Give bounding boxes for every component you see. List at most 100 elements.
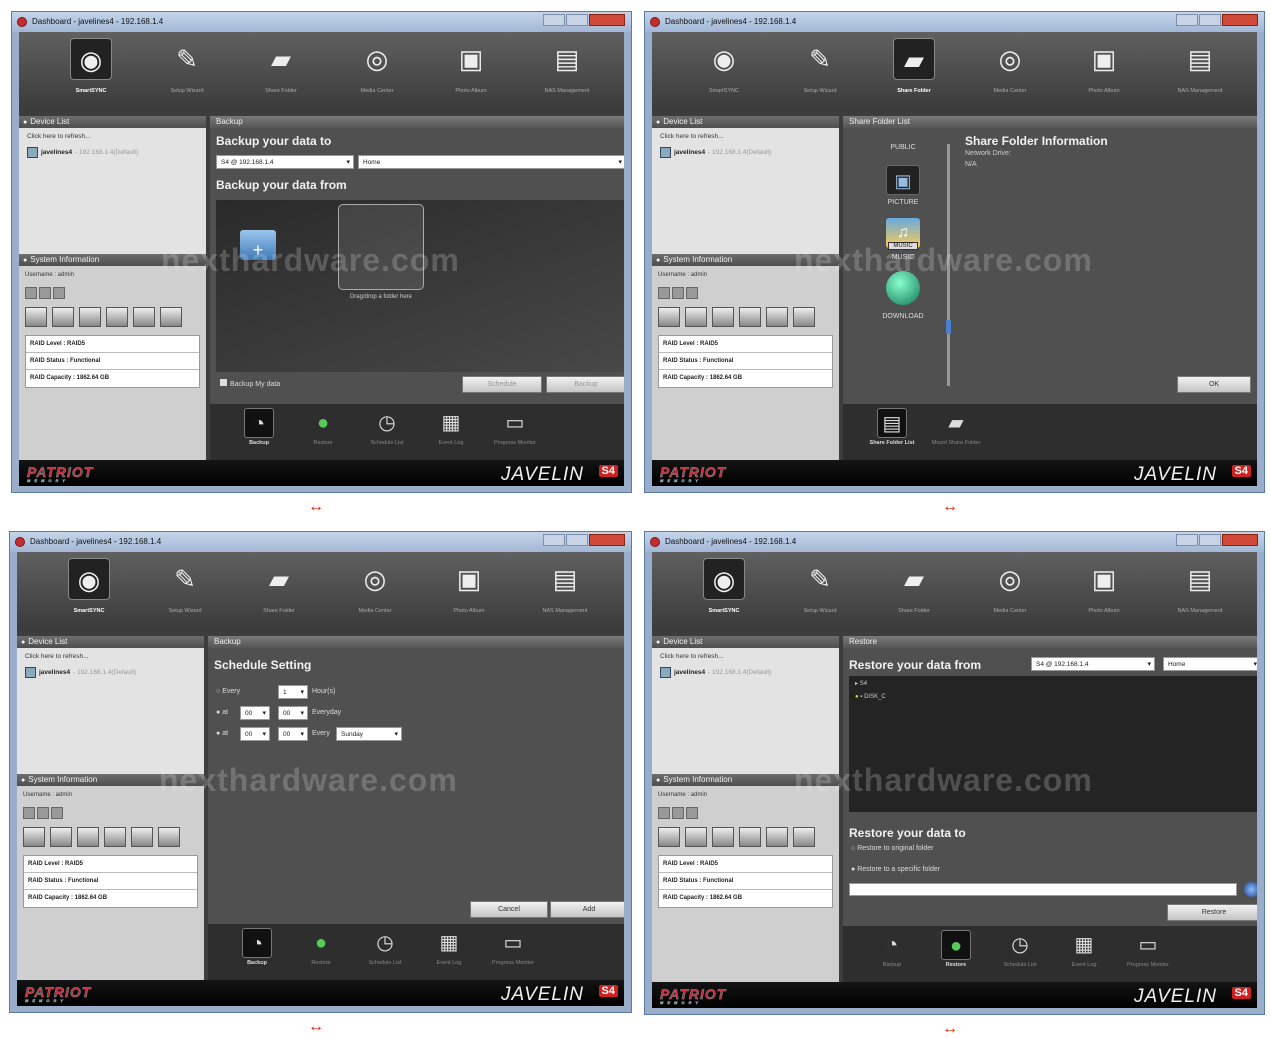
smartsync-button[interactable]: ◉ SmartSYNC bbox=[45, 38, 137, 94]
everyday-radio[interactable]: ● at bbox=[216, 709, 228, 716]
media-center-button[interactable]: ◎ Media Center bbox=[964, 38, 1056, 94]
schedule-list-tool[interactable]: ◷ Schedule List bbox=[989, 930, 1051, 969]
nas-management-button[interactable]: ▤ NAS Management bbox=[521, 38, 613, 94]
add-button[interactable]: Add bbox=[550, 901, 624, 918]
scrollbar-thumb[interactable] bbox=[946, 320, 951, 334]
share-folder-list-tool[interactable]: ▤ Share Folder List bbox=[861, 408, 923, 447]
minimize-button[interactable] bbox=[1176, 534, 1198, 546]
maximize-button[interactable] bbox=[566, 14, 588, 26]
refresh-link[interactable]: Click here to refresh... bbox=[25, 653, 196, 660]
smartsync-button[interactable]: ◉ SmartSYNC bbox=[43, 558, 135, 614]
backup-button[interactable]: Backup bbox=[546, 376, 624, 393]
share-folder-button[interactable]: ▰ Share Folder bbox=[233, 558, 325, 614]
device-item[interactable]: javelines4 - 192.168.1.4(Default) bbox=[660, 667, 831, 678]
restore-button[interactable]: Restore bbox=[1167, 904, 1257, 921]
media-center-button[interactable]: ◎ Media Center bbox=[329, 558, 421, 614]
setup-wizard-button[interactable]: ✎ Setup Wizard bbox=[774, 38, 866, 94]
schedule-list-tool[interactable]: ◷ Schedule List bbox=[356, 408, 418, 447]
refresh-link[interactable]: Click here to refresh... bbox=[27, 133, 198, 140]
folder-picture[interactable]: PICTURE bbox=[863, 199, 943, 206]
everyday-hour-select[interactable]: 00 bbox=[240, 706, 270, 720]
folder-public[interactable]: PUBLIC bbox=[863, 144, 943, 151]
progress-monitor-tool[interactable]: ▭ Progress Monitor bbox=[482, 928, 544, 967]
maximize-button[interactable] bbox=[566, 534, 588, 546]
folder-path-input[interactable] bbox=[849, 883, 1237, 896]
lock-icon[interactable] bbox=[37, 807, 49, 819]
gear-icon[interactable] bbox=[23, 807, 35, 819]
ok-button[interactable]: OK bbox=[1177, 376, 1251, 393]
lock-icon[interactable] bbox=[672, 807, 684, 819]
camera-icon[interactable] bbox=[686, 807, 698, 819]
restore-folder-select[interactable]: Home bbox=[1163, 657, 1257, 671]
minimize-button[interactable] bbox=[543, 534, 565, 546]
browse-icon[interactable] bbox=[1244, 882, 1257, 897]
maximize-button[interactable] bbox=[1199, 534, 1221, 546]
tree-child[interactable]: ● ▪ DISK_C bbox=[855, 694, 886, 700]
close-button[interactable] bbox=[589, 534, 625, 546]
restore-tool[interactable]: ● Restore bbox=[292, 408, 354, 447]
source-drop-area[interactable]: + Drag/drop a folder here bbox=[216, 200, 624, 372]
gear-icon[interactable] bbox=[25, 287, 37, 299]
device-item[interactable]: javelines4 - 192.168.1.4(Default) bbox=[25, 667, 196, 678]
backup-my-data-checkbox[interactable]: Backup My data bbox=[220, 379, 280, 388]
weekly-radio[interactable]: ● at bbox=[216, 730, 228, 737]
device-item[interactable]: javelines4 - 192.168.1.4(Default) bbox=[660, 147, 831, 158]
media-center-button[interactable]: ◎ Media Center bbox=[964, 558, 1056, 614]
share-folder-button[interactable]: ▰ Share Folder bbox=[868, 558, 960, 614]
tree-root[interactable]: ▸ S4 bbox=[855, 680, 867, 687]
progress-monitor-tool[interactable]: ▭ Progress Monitor bbox=[484, 408, 546, 447]
nas-management-button[interactable]: ▤ NAS Management bbox=[519, 558, 611, 614]
minimize-button[interactable] bbox=[1176, 14, 1198, 26]
weekly-hour-select[interactable]: 00 bbox=[240, 727, 270, 741]
restore-tool[interactable]: ● Restore bbox=[290, 928, 352, 967]
destination-device-select[interactable]: S4 @ 192.168.1.4 bbox=[216, 155, 354, 169]
camera-icon[interactable] bbox=[53, 287, 65, 299]
original-folder-radio[interactable]: ○ Restore to original folder bbox=[851, 845, 933, 852]
event-log-tool[interactable]: ▦ Event Log bbox=[420, 408, 482, 447]
progress-monitor-tool[interactable]: ▭ Progress Monitor bbox=[1117, 930, 1179, 969]
media-center-button[interactable]: ◎ Media Center bbox=[331, 38, 423, 94]
gear-icon[interactable] bbox=[658, 807, 670, 819]
close-button[interactable] bbox=[1222, 14, 1258, 26]
backup-tool[interactable]: ◔ Backup bbox=[228, 408, 290, 447]
close-button[interactable] bbox=[1222, 534, 1258, 546]
schedule-button[interactable]: Schedule bbox=[462, 376, 542, 393]
setup-wizard-button[interactable]: ✎ Setup Wizard bbox=[774, 558, 866, 614]
setup-wizard-button[interactable]: ✎ Setup Wizard bbox=[141, 38, 233, 94]
weekday-select[interactable]: Sunday bbox=[336, 727, 402, 741]
every-hours-radio[interactable]: ○ Every bbox=[216, 688, 240, 695]
smartsync-button[interactable]: ◉ SmartSYNC bbox=[678, 38, 770, 94]
backup-tool[interactable]: ◔ Backup bbox=[861, 930, 923, 969]
weekly-minute-select[interactable]: 00 bbox=[278, 727, 308, 741]
share-folder-button[interactable]: ▰ Share Folder bbox=[235, 38, 327, 94]
camera-icon[interactable] bbox=[51, 807, 63, 819]
backup-tool[interactable]: ◔ Backup bbox=[226, 928, 288, 967]
nas-management-button[interactable]: ▤ NAS Management bbox=[1154, 558, 1246, 614]
photo-album-button[interactable]: ▣ Photo Album bbox=[1058, 38, 1150, 94]
lock-icon[interactable] bbox=[672, 287, 684, 299]
device-item[interactable]: javelines4 - 192.168.1.4(Default) bbox=[27, 147, 198, 158]
photo-album-button[interactable]: ▣ Photo Album bbox=[423, 558, 515, 614]
folder-download[interactable]: DOWNLOAD bbox=[863, 313, 943, 320]
event-log-tool[interactable]: ▦ Event Log bbox=[1053, 930, 1115, 969]
setup-wizard-button[interactable]: ✎ Setup Wizard bbox=[139, 558, 231, 614]
lock-icon[interactable] bbox=[39, 287, 51, 299]
schedule-list-tool[interactable]: ◷ Schedule List bbox=[354, 928, 416, 967]
close-button[interactable] bbox=[589, 14, 625, 26]
hours-select[interactable]: 1 bbox=[278, 685, 308, 699]
cancel-button[interactable]: Cancel bbox=[470, 901, 548, 918]
nas-management-button[interactable]: ▤ NAS Management bbox=[1154, 38, 1246, 94]
minimize-button[interactable] bbox=[543, 14, 565, 26]
gear-icon[interactable] bbox=[658, 287, 670, 299]
share-folder-button[interactable]: ▰ Share Folder bbox=[868, 38, 960, 94]
camera-icon[interactable] bbox=[686, 287, 698, 299]
photo-album-button[interactable]: ▣ Photo Album bbox=[1058, 558, 1150, 614]
restore-tool[interactable]: ● Restore bbox=[925, 930, 987, 969]
refresh-link[interactable]: Click here to refresh... bbox=[660, 133, 831, 140]
event-log-tool[interactable]: ▦ Event Log bbox=[418, 928, 480, 967]
maximize-button[interactable] bbox=[1199, 14, 1221, 26]
destination-folder-select[interactable]: Home bbox=[358, 155, 624, 169]
smartsync-button[interactable]: ◉ SmartSYNC bbox=[678, 558, 770, 614]
specific-folder-radio[interactable]: ● Restore to a specific folder bbox=[851, 866, 940, 873]
mount-share-folder-tool[interactable]: ▰ Mount Share Folder bbox=[925, 408, 987, 447]
